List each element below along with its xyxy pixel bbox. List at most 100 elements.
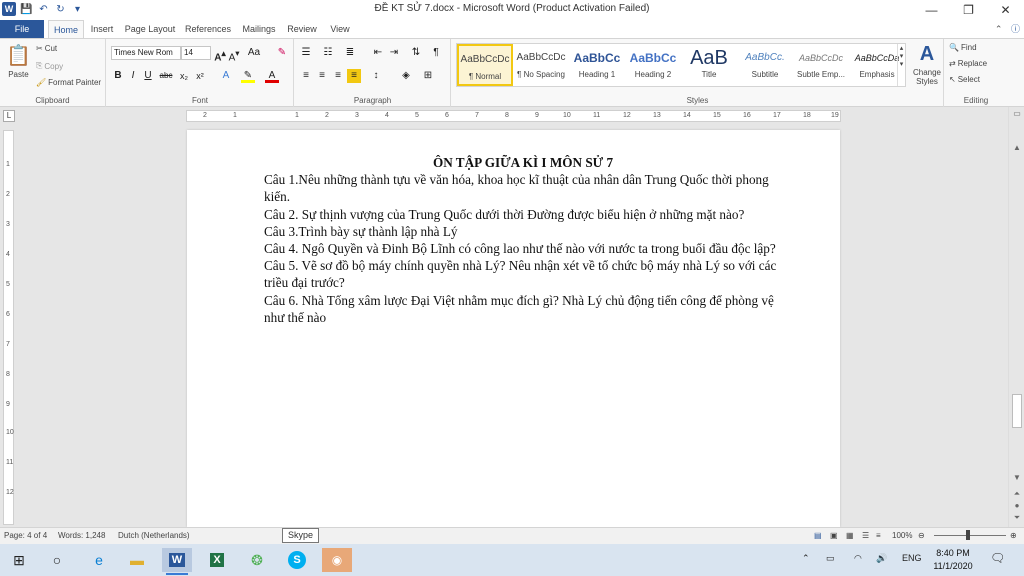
styles-scroll[interactable]: ▴ ▾ ▾ (897, 44, 905, 86)
show-marks-icon[interactable]: ¶ (429, 46, 443, 60)
scroll-up-icon[interactable]: ▲ (1009, 143, 1024, 152)
zoom-slider[interactable] (934, 535, 1006, 536)
tab-review[interactable]: Review (286, 20, 318, 38)
bullets-icon[interactable]: ☰ (299, 46, 313, 60)
green-app-icon[interactable]: ❂ (242, 548, 272, 572)
clock[interactable]: 8:40 PM 11/1/2020 (928, 547, 978, 573)
highlight-icon[interactable]: ✎ (241, 69, 255, 83)
cut-button[interactable]: ✂ Cut (36, 44, 57, 53)
zoom-level[interactable]: 100% (892, 531, 912, 540)
replace-button[interactable]: ⇄ Replace (949, 59, 987, 68)
minimize-ribbon-icon[interactable]: ⌃ (995, 24, 1003, 34)
multilevel-list-icon[interactable]: ≣ (343, 46, 357, 60)
horizontal-ruler[interactable]: 2 1 1 2 3 4 5 6 7 8 9 10 11 12 13 14 15 … (186, 110, 841, 122)
line-spacing-icon[interactable]: ↕ (369, 69, 383, 83)
change-styles-button[interactable]: A Change Styles (910, 43, 944, 86)
clear-formatting-icon[interactable]: ✎ (275, 46, 289, 60)
style-heading-1[interactable]: AaBbCc Heading 1 (569, 44, 625, 86)
word-taskbar-icon[interactable]: W (162, 548, 192, 575)
change-case-icon[interactable]: Aa (247, 46, 261, 60)
full-screen-icon[interactable]: ▣ (830, 531, 838, 540)
document-body[interactable]: ÔN TẬP GIỮA KÌ I MÔN SỬ 7 Câu 1.Nêu nhữn… (264, 154, 782, 326)
vertical-ruler[interactable]: 1 2 3 4 5 6 7 8 9 10 11 12 (3, 130, 14, 525)
style-title[interactable]: AaB Title (681, 44, 737, 86)
redo-icon[interactable]: ↻ (54, 3, 67, 16)
tab-mailings[interactable]: Mailings (240, 20, 278, 38)
paste-button[interactable]: 📋 Paste (6, 43, 31, 79)
tab-view[interactable]: View (328, 20, 352, 38)
outline-icon[interactable]: ☰ (862, 531, 869, 540)
zoom-out-icon[interactable]: ⊖ (918, 531, 925, 540)
customize-toolbar-icon[interactable]: ▾ (71, 3, 84, 16)
cortana-icon[interactable]: ○ (42, 548, 72, 572)
show-hidden-icons-icon[interactable]: ⌃ (802, 553, 810, 564)
style-heading-2[interactable]: AaBbCc Heading 2 (625, 44, 681, 86)
windows-start-icon[interactable]: ⊞ (4, 548, 34, 572)
zoom-in-icon[interactable]: ⊕ (1010, 531, 1017, 540)
battery-icon[interactable]: ▭ (826, 553, 835, 564)
input-language[interactable]: ENG (902, 553, 922, 563)
save-icon[interactable]: 💾 (20, 3, 33, 16)
font-color-icon[interactable]: A (265, 69, 279, 83)
superscript-icon[interactable]: x² (193, 69, 207, 83)
italic-icon[interactable]: I (126, 69, 140, 83)
zoom-slider-thumb[interactable] (966, 530, 970, 540)
align-right-icon[interactable]: ≡ (331, 69, 345, 83)
select-button[interactable]: ↖ Select (949, 75, 980, 84)
restore-button[interactable]: ❐ (950, 0, 987, 20)
style-subtle-emphasis[interactable]: AaBbCcDc Subtle Emp... (793, 44, 849, 86)
shading-icon[interactable]: ◈ (399, 69, 413, 83)
tab-file[interactable]: File (0, 20, 44, 38)
align-left-icon[interactable]: ≡ (299, 69, 313, 83)
draft-icon[interactable]: ≡ (876, 531, 881, 540)
page-count[interactable]: Page: 4 of 4 (4, 531, 47, 540)
borders-icon[interactable]: ⊞ (421, 69, 435, 83)
notifications-icon[interactable]: 🗨 (990, 551, 1005, 565)
style-normal[interactable]: AaBbCcDc ¶ Normal (457, 44, 513, 86)
sort-icon[interactable]: ⇅ (409, 46, 423, 60)
file-explorer-icon[interactable]: ▬ (122, 548, 152, 572)
tab-insert[interactable]: Insert (88, 20, 116, 38)
tab-references[interactable]: References (184, 20, 232, 38)
excel-taskbar-icon[interactable]: X (202, 548, 232, 572)
print-layout-icon[interactable]: ▤ (814, 531, 822, 540)
grow-font-icon[interactable]: A▴ (213, 46, 227, 63)
edge-icon[interactable]: e (84, 548, 114, 572)
style-no-spacing[interactable]: AaBbCcDc ¶ No Spacing (513, 44, 569, 86)
tab-home[interactable]: Home (48, 20, 84, 38)
vertical-scrollbar[interactable]: ▭ ▲ ▼ ⏶ ● ⏷ (1008, 107, 1024, 527)
undo-icon[interactable]: ↶ (37, 3, 50, 16)
justify-icon[interactable]: ≡ (347, 69, 361, 83)
decrease-indent-icon[interactable]: ⇤ (371, 46, 385, 60)
web-layout-icon[interactable]: ▦ (846, 531, 854, 540)
text-effects-icon[interactable]: A (219, 69, 233, 83)
shrink-font-icon[interactable]: A▾ (227, 46, 241, 63)
minimize-button[interactable]: — (913, 0, 950, 20)
ruler-toggle-icon[interactable]: ▭ (1009, 109, 1024, 118)
style-subtitle[interactable]: AaBbCc. Subtitle (737, 44, 793, 86)
language-indicator[interactable]: Dutch (Netherlands) (118, 531, 190, 540)
previous-page-icon[interactable]: ⏶ (1009, 489, 1024, 499)
subscript-icon[interactable]: x₂ (177, 69, 191, 83)
word-count[interactable]: Words: 1,248 (58, 531, 105, 540)
tab-page-layout[interactable]: Page Layout (124, 20, 176, 38)
font-name-box[interactable]: Times New Rom (111, 46, 181, 60)
find-button[interactable]: 🔍 Find (949, 43, 977, 52)
numbering-icon[interactable]: ☷ (321, 46, 335, 60)
align-center-icon[interactable]: ≡ (315, 69, 329, 83)
browse-object-icon[interactable]: ● (1009, 501, 1024, 510)
scroll-down-icon[interactable]: ▼ (1009, 473, 1024, 482)
notification-app-icon[interactable]: ◉ (322, 548, 352, 572)
font-size-box[interactable]: 14 (181, 46, 211, 60)
help-icon[interactable]: ⓘ (1011, 24, 1020, 34)
next-page-icon[interactable]: ⏷ (1009, 513, 1024, 523)
underline-icon[interactable]: U (141, 69, 155, 83)
format-painter-button[interactable]: 🖌 Format Painter (36, 78, 101, 87)
document-page[interactable]: ÔN TẬP GIỮA KÌ I MÔN SỬ 7 Câu 1.Nêu nhữn… (187, 130, 840, 527)
tab-selector[interactable]: L (3, 110, 15, 122)
bold-icon[interactable]: B (111, 69, 125, 83)
volume-icon[interactable]: 🔊 (876, 553, 887, 564)
scroll-thumb[interactable] (1012, 394, 1022, 428)
close-button[interactable]: ✕ (987, 0, 1024, 20)
copy-button[interactable]: ⎘ Copy (36, 61, 63, 71)
